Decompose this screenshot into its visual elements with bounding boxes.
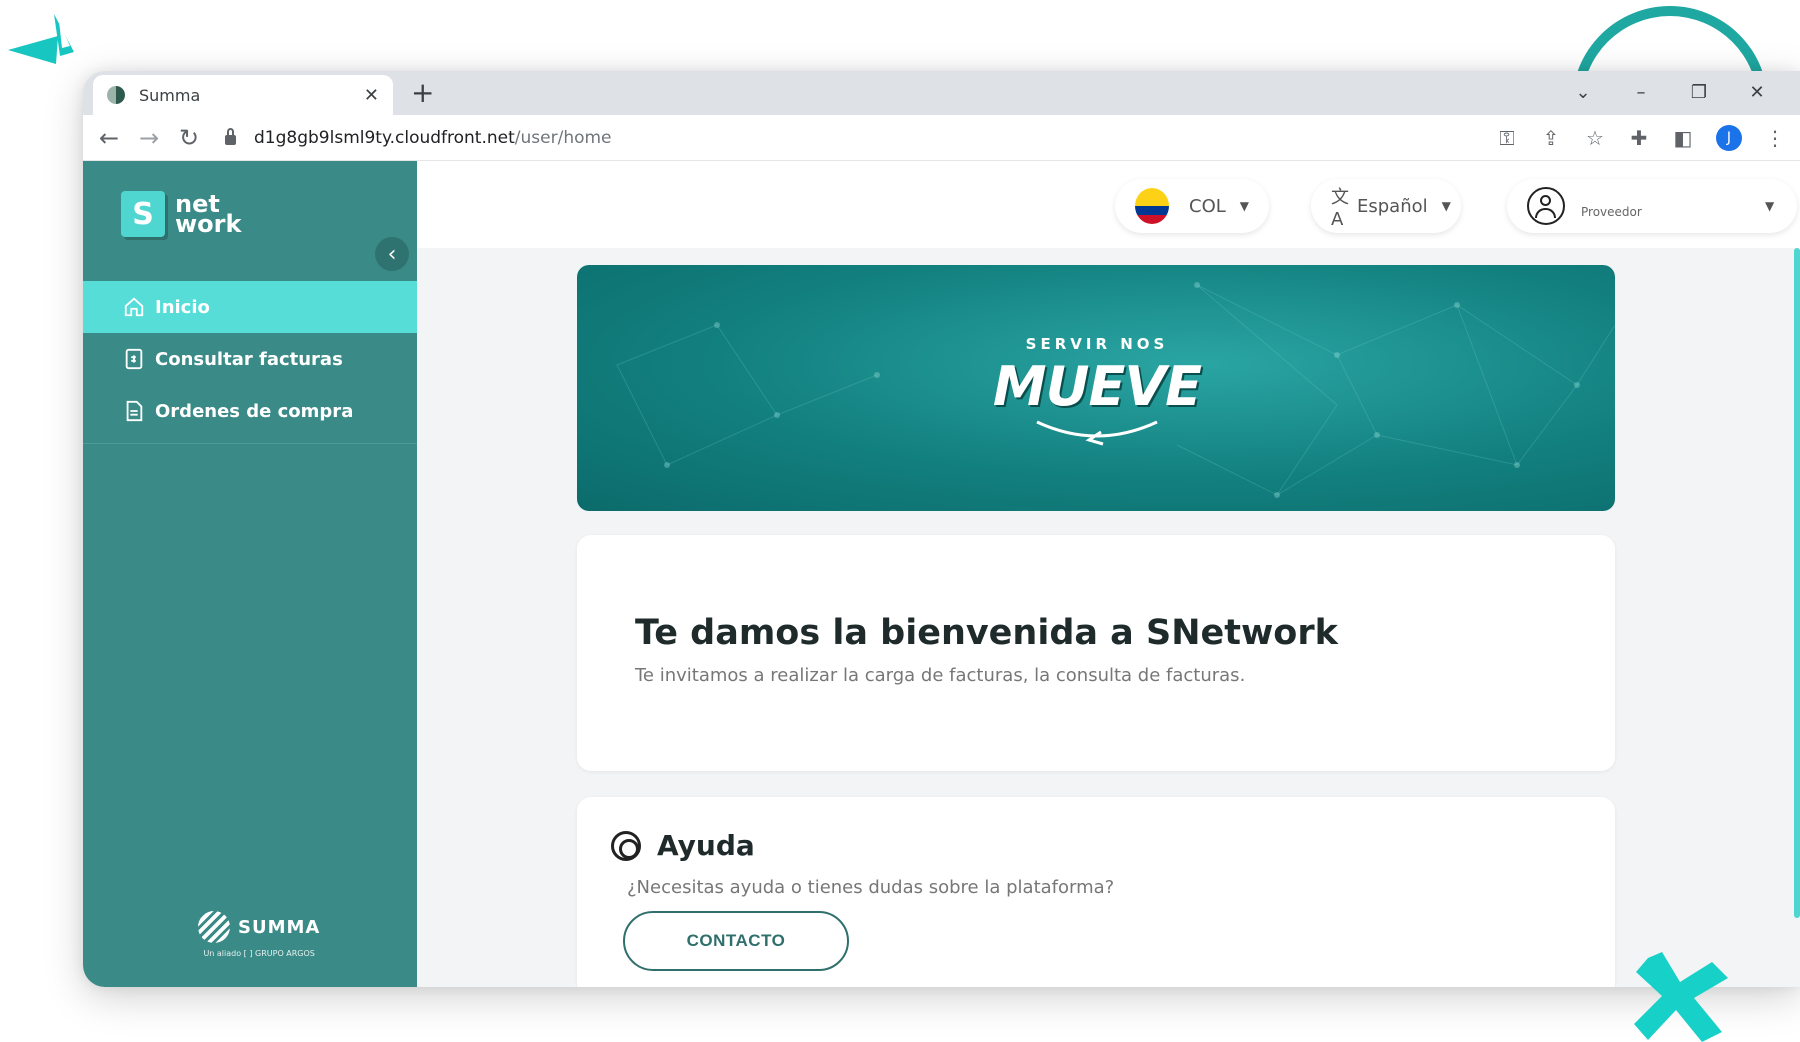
- close-tab-icon[interactable]: ✕: [364, 85, 379, 106]
- sidebar-item-consultar-facturas[interactable]: Consultar facturas: [83, 333, 417, 385]
- banner: SERVIR NOS MUEVE: [577, 265, 1615, 511]
- main-content: SERVIR NOS MUEVE Te damos la bienvenida …: [417, 248, 1800, 987]
- caret-down-icon: ▼: [1441, 199, 1451, 213]
- contact-button[interactable]: CONTACTO: [623, 911, 849, 971]
- side-panel-icon[interactable]: ◧: [1672, 126, 1694, 150]
- browser-toolbar: ← → ↻ d1g8gb9lsml9ty.cloudfront.net/user…: [83, 115, 1800, 161]
- url-path: /user/home: [514, 127, 612, 148]
- minimize-icon[interactable]: –: [1612, 75, 1670, 109]
- browser-titlebar: Summa ✕ + ⌄ – ❐ ✕: [83, 71, 1800, 115]
- browser-tab[interactable]: Summa ✕: [93, 75, 393, 115]
- sidebar-menu: Inicio Consultar facturas Ordenes de com…: [83, 281, 417, 444]
- favicon-icon: [107, 86, 125, 104]
- restore-icon[interactable]: ❐: [1670, 75, 1728, 109]
- logo-text: net work: [175, 192, 242, 238]
- user-avatar-icon: [1527, 187, 1565, 225]
- summa-logo-icon: [198, 911, 230, 943]
- country-value: COL: [1189, 195, 1226, 217]
- caret-down-icon: ▼: [1765, 199, 1775, 213]
- chevron-left-icon: ‹: [387, 241, 397, 267]
- servir-nos-mueve-logo: SERVIR NOS MUEVE: [993, 335, 1202, 465]
- invoice-icon: [125, 348, 143, 370]
- logo-line-2: work: [175, 210, 242, 238]
- tab-title: Summa: [139, 85, 201, 105]
- back-icon[interactable]: ←: [89, 124, 129, 152]
- star-icon[interactable]: ☆: [1584, 126, 1606, 150]
- welcome-card: Te damos la bienvenida a SNetwork Te inv…: [577, 535, 1615, 771]
- sidebar-footer: SUMMA Un aliado [ ] GRUPO ARGOS: [198, 911, 320, 958]
- window-controls: ⌄ – ❐ ✕: [1554, 75, 1786, 109]
- share-icon[interactable]: ⇪: [1540, 126, 1562, 150]
- sidebar-item-label: Consultar facturas: [155, 348, 343, 370]
- help-header: Ayuda: [611, 829, 755, 862]
- user-role: Proveedor: [1581, 205, 1642, 219]
- toolbar-actions: ⚿ ⇪ ☆ ✚ ◧ J ⋮: [1496, 124, 1786, 151]
- snetwork-logo[interactable]: S net work: [121, 191, 241, 237]
- logo-letter: S: [121, 191, 165, 237]
- welcome-title: Te damos la bienvenida a SNetwork: [635, 613, 1338, 653]
- colombia-flag-icon: [1135, 188, 1169, 224]
- home-icon: [124, 297, 144, 317]
- scrollbar[interactable]: [1794, 248, 1800, 918]
- reload-icon[interactable]: ↻: [169, 124, 209, 152]
- collapse-sidebar-button[interactable]: ‹: [375, 237, 409, 271]
- lock-icon: [225, 127, 236, 145]
- swoosh-arrow-icon: [1036, 420, 1158, 446]
- summa-brand-text: SUMMA: [238, 916, 321, 938]
- extensions-icon[interactable]: ✚: [1628, 126, 1650, 150]
- language-selector[interactable]: 文A Español ▼: [1311, 179, 1461, 233]
- help-card: Ayuda ¿Necesitas ayuda o tienes dudas so…: [577, 797, 1615, 987]
- app-area: S net work ‹ Inicio Consultar facturas O…: [83, 161, 1800, 987]
- tab-search-icon[interactable]: ⌄: [1554, 75, 1612, 109]
- banner-main-text: MUEVE: [992, 355, 1202, 418]
- close-window-icon[interactable]: ✕: [1728, 75, 1786, 109]
- menu-dots-icon[interactable]: ⋮: [1764, 126, 1786, 150]
- banner-arc-text: SERVIR NOS: [1025, 335, 1169, 353]
- new-tab-button[interactable]: +: [411, 77, 434, 109]
- country-selector[interactable]: COL ▼: [1115, 179, 1269, 233]
- sidebar-item-inicio[interactable]: Inicio: [83, 281, 417, 333]
- url-host: d1g8gb9lsml9ty.cloudfront.net: [254, 127, 515, 148]
- welcome-subtitle: Te invitamos a realizar la carga de fact…: [635, 665, 1246, 686]
- decorative-cross: [1634, 952, 1728, 1042]
- decorative-triangle: [8, 14, 74, 64]
- forward-icon[interactable]: →: [129, 124, 169, 152]
- grupo-argos-text: Un aliado [ ] GRUPO ARGOS: [203, 949, 315, 958]
- address-bar[interactable]: d1g8gb9lsml9ty.cloudfront.net/user/home: [225, 127, 1496, 148]
- top-bar: COL ▼ 文A Español ▼ Proveedor ▼: [417, 161, 1800, 248]
- sidebar-item-label: Inicio: [155, 296, 210, 318]
- key-icon[interactable]: ⚿: [1496, 126, 1518, 150]
- profile-avatar[interactable]: J: [1716, 124, 1742, 151]
- user-menu[interactable]: Proveedor ▼: [1507, 179, 1797, 233]
- browser-window: Summa ✕ + ⌄ – ❐ ✕ ← → ↻ d1g8gb9lsml9ty.c…: [83, 71, 1800, 987]
- document-icon: [126, 400, 143, 422]
- translate-icon: 文A: [1331, 186, 1349, 230]
- caret-down-icon: ▼: [1239, 199, 1249, 213]
- sidebar-item-ordenes-de-compra[interactable]: Ordenes de compra: [83, 385, 417, 437]
- sidebar-item-label: Ordenes de compra: [155, 400, 354, 422]
- lifebuoy-icon: [611, 830, 641, 861]
- sidebar: S net work ‹ Inicio Consultar facturas O…: [83, 161, 417, 987]
- summa-logo: SUMMA: [198, 911, 320, 943]
- help-subtitle: ¿Necesitas ayuda o tienes dudas sobre la…: [627, 877, 1115, 898]
- language-value: Español: [1357, 195, 1428, 217]
- help-title: Ayuda: [657, 829, 755, 862]
